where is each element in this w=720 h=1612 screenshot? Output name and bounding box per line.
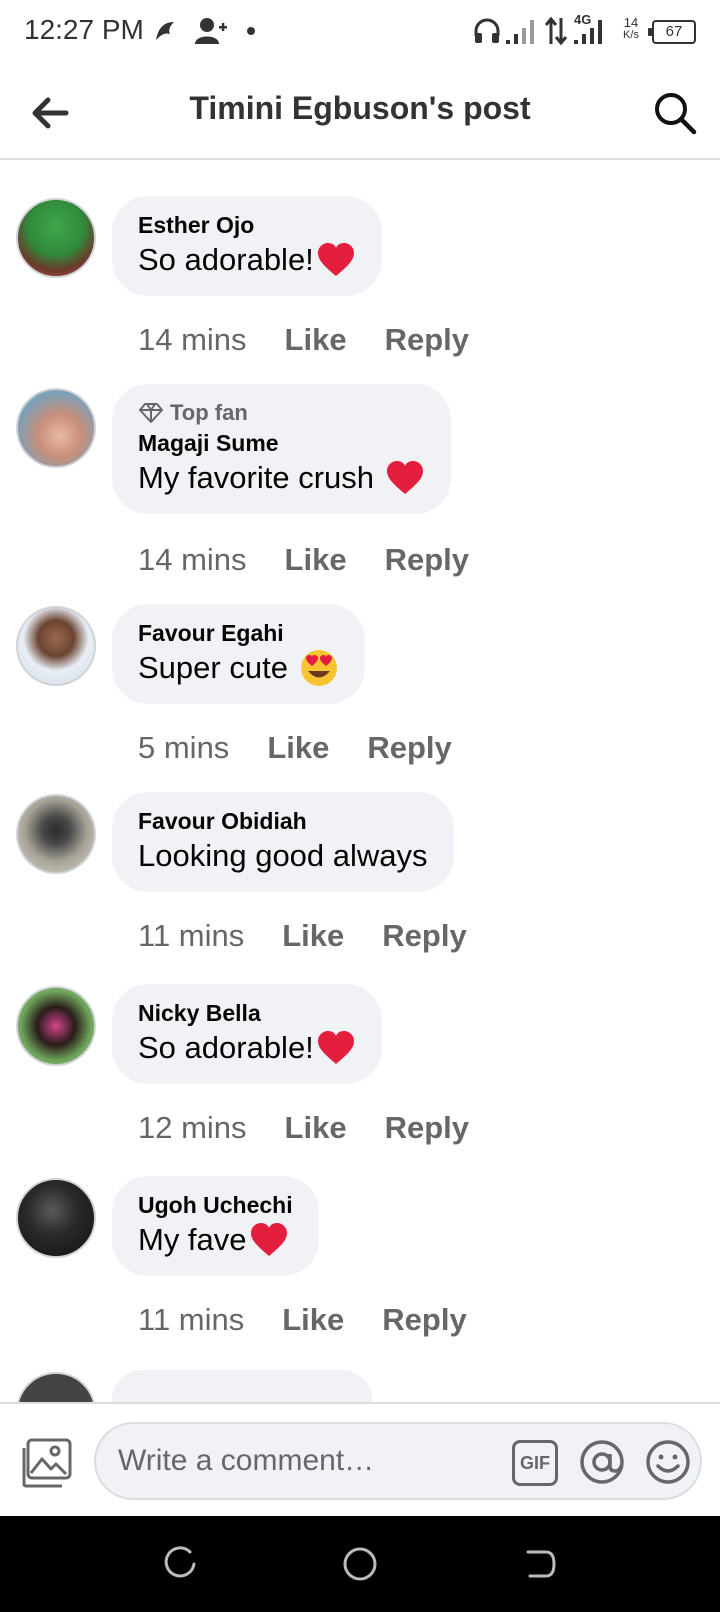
comment-composer: Write a comment… GIF — [0, 1402, 720, 1516]
battery-level: 67 — [665, 23, 683, 40]
comment-actions: 12 mins Like Reply — [138, 1108, 469, 1148]
app-notification-icon — [156, 22, 174, 40]
comment-input-placeholder: Write a comment… — [118, 1444, 375, 1477]
like-button[interactable]: Like — [282, 1302, 344, 1338]
home-icon[interactable] — [340, 1544, 380, 1584]
comment-author[interactable]: Favour Egahi — [138, 618, 339, 648]
emoji-picker-icon[interactable] — [644, 1438, 692, 1486]
like-button[interactable]: Like — [267, 730, 329, 766]
gif-button[interactable]: GIF — [512, 1440, 558, 1486]
comment-time: 11 mins — [138, 918, 245, 953]
comment-list: Esther Ojo So adorable! 14 mins Like Rep… — [0, 160, 720, 1402]
comment-text: So adorable! — [138, 242, 314, 277]
comment-time: 12 mins — [138, 1110, 247, 1145]
photo-gallery-icon[interactable] — [20, 1436, 74, 1490]
reply-button[interactable]: Reply — [385, 542, 469, 578]
comment-bubble: Ugoh Uchechi My fave — [112, 1176, 319, 1276]
avatar[interactable] — [16, 198, 96, 278]
avatar[interactable] — [16, 388, 96, 468]
heart-eyes-emoji-icon — [300, 650, 337, 686]
avatar[interactable] — [16, 986, 96, 1066]
signal-strength-icon — [506, 20, 534, 44]
avatar[interactable] — [16, 1178, 96, 1258]
comment-time: 11 mins — [138, 1302, 245, 1337]
comment-text-row: So adorable! — [138, 1028, 356, 1068]
heart-emoji-icon — [317, 1031, 354, 1064]
headphones-icon — [474, 18, 500, 43]
comment-author[interactable]: Favour Obidiah — [138, 806, 428, 836]
comment-actions: 14 mins Like Reply — [138, 540, 469, 580]
comment-bubble: Nicky Bella So adorable! — [112, 984, 382, 1084]
gif-label: GIF — [520, 1453, 550, 1473]
comment-author[interactable]: Magaji Sume — [138, 428, 425, 458]
comment-text: So adorable! — [138, 1030, 314, 1065]
comment-time: 14 mins — [138, 542, 247, 577]
avatar[interactable] — [16, 606, 96, 686]
top-fan-label: Top fan — [170, 400, 248, 425]
status-time: 12:27 PM — [24, 14, 144, 45]
comment-bubble: Esther Ojo So adorable! — [112, 196, 382, 296]
comment-text: Looking good always — [138, 838, 428, 873]
comment-bubble: Favour Obidiah Looking good always — [112, 792, 454, 892]
diamond-icon — [139, 403, 163, 423]
battery-icon: 67 — [648, 20, 696, 44]
avatar[interactable] — [16, 1372, 96, 1402]
comment-bubble: Favour Egahi Super cute — [112, 604, 365, 704]
comment-text: My fave — [138, 1222, 247, 1257]
comment-time: 14 mins — [138, 322, 247, 357]
like-button[interactable]: Like — [285, 322, 347, 358]
top-fan-badge: Top fan — [138, 398, 425, 428]
comment-text-row: Super cute — [138, 648, 339, 688]
like-button[interactable]: Like — [282, 918, 344, 954]
back-arrow-icon[interactable] — [26, 88, 76, 138]
comment-bubble — [112, 1370, 372, 1402]
back-nav-icon[interactable] — [520, 1544, 560, 1584]
network-speed-unit: K/s — [623, 29, 639, 41]
mention-icon[interactable] — [578, 1438, 626, 1486]
reply-button[interactable]: Reply — [367, 730, 451, 766]
heart-emoji-icon — [317, 243, 354, 276]
network-speed-value: 14 — [623, 15, 639, 30]
reply-button[interactable]: Reply — [382, 918, 466, 954]
comment-actions: 5 mins Like Reply — [138, 728, 452, 768]
comment-actions: 11 mins Like Reply — [138, 916, 467, 956]
comment-text-row: So adorable! — [138, 240, 356, 280]
comment-bubble: Top fan Magaji Sume My favorite crush — [112, 384, 451, 514]
reply-button[interactable]: Reply — [385, 322, 469, 358]
comment-input[interactable]: Write a comment… GIF — [94, 1422, 702, 1500]
comment-text: Super cute — [138, 650, 297, 685]
avatar[interactable] — [16, 794, 96, 874]
comment-author[interactable]: Ugoh Uchechi — [138, 1190, 293, 1220]
signal-strength-icon-2 — [574, 20, 602, 44]
comment-actions: 11 mins Like Reply — [138, 1300, 467, 1340]
comment-author[interactable]: Esther Ojo — [138, 210, 356, 240]
page-title: Timini Egbuson's post — [189, 90, 531, 126]
comment-text-row: My favorite crush — [138, 458, 425, 498]
data-transfer-icon — [544, 16, 568, 46]
android-nav-bar — [0, 1516, 720, 1612]
comment-actions: 14 mins Like Reply — [138, 320, 469, 360]
post-header: Timini Egbuson's post — [0, 66, 720, 160]
search-icon[interactable] — [650, 88, 700, 138]
heart-emoji-icon — [250, 1223, 287, 1256]
comment-text-row: My fave — [138, 1220, 293, 1260]
comment-text-row: Looking good always — [138, 836, 428, 876]
recent-apps-icon[interactable] — [160, 1544, 200, 1584]
heart-emoji-icon — [386, 461, 423, 494]
notification-dot-icon — [247, 27, 255, 35]
reply-button[interactable]: Reply — [385, 1110, 469, 1146]
comment-text: My favorite crush — [138, 460, 383, 495]
network-speed: 14 K/s — [614, 16, 648, 42]
comment-author[interactable]: Nicky Bella — [138, 998, 356, 1028]
comment-time: 5 mins — [138, 730, 230, 765]
like-button[interactable]: Like — [285, 1110, 347, 1146]
status-bar: 12:27 PM 4G 14 K/s 67 — [0, 0, 720, 66]
like-button[interactable]: Like — [285, 542, 347, 578]
add-contact-icon — [195, 18, 227, 44]
reply-button[interactable]: Reply — [382, 1302, 466, 1338]
